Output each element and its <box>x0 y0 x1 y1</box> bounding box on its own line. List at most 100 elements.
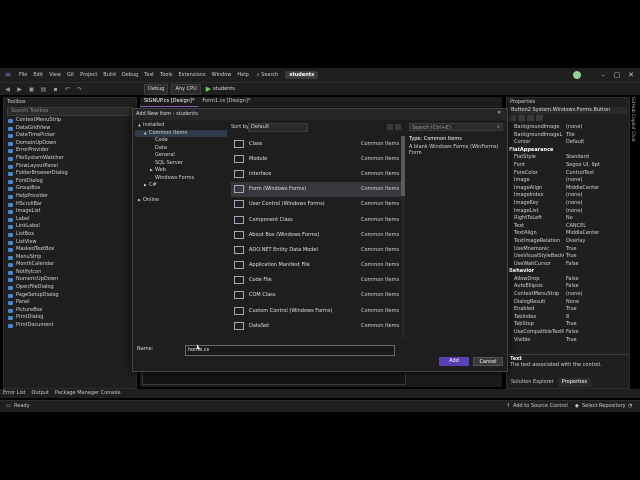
tab-output[interactable]: Output <box>29 389 52 398</box>
toolbox-item[interactable]: PrintDocument <box>4 322 136 330</box>
toolbox-item[interactable]: FileSystemWatcher <box>4 155 136 163</box>
property-value[interactable]: False <box>564 329 579 337</box>
tab-properties[interactable]: Properties <box>557 378 592 387</box>
maximize-icon[interactable]: ▢ <box>612 70 622 80</box>
template-item[interactable]: Application Manifest File Common Items <box>231 258 403 273</box>
property-row[interactable]: UseMnemonic True <box>507 246 629 254</box>
property-row[interactable]: FlatStyle Standard <box>507 154 629 162</box>
property-row[interactable]: ImageList (none) <box>507 208 629 216</box>
property-value[interactable]: (none) <box>564 124 582 132</box>
property-row[interactable]: Image (none) <box>507 177 629 185</box>
properties-icon[interactable] <box>527 115 534 121</box>
property-value[interactable]: (none) <box>564 177 582 185</box>
sort-select[interactable]: Default <box>248 123 308 132</box>
category-item[interactable]: Code <box>135 137 227 145</box>
undo-icon[interactable]: ↶ <box>63 85 72 94</box>
copilot-chat-tab[interactable]: GitHub Copilot Chat <box>630 97 635 142</box>
toolbox-item[interactable]: DomainUpDown <box>4 140 136 148</box>
property-row[interactable]: TabStop True <box>507 321 629 329</box>
property-row[interactable]: ImageIndex (none) <box>507 192 629 200</box>
categorized-icon[interactable] <box>509 115 516 121</box>
property-row[interactable]: UseWaitCursor False <box>507 261 629 269</box>
property-row[interactable]: TabIndex 8 <box>507 314 629 322</box>
property-row[interactable]: AllowDrop False <box>507 276 629 284</box>
category-item[interactable]: ▶ C# <box>135 182 227 190</box>
menu-item[interactable]: Test <box>141 72 157 78</box>
solution-name[interactable]: students <box>285 71 319 79</box>
open-icon[interactable]: ▤ <box>39 85 48 94</box>
property-row[interactable]: ImageAlign MiddleCenter <box>507 185 629 193</box>
property-value[interactable]: Standard <box>564 154 589 162</box>
menu-item[interactable]: Project <box>77 72 100 78</box>
toolbox-item[interactable]: FontDialog <box>4 178 136 186</box>
add-to-source-control[interactable]: Add to Source Control <box>513 401 568 412</box>
toolbox-item[interactable]: ImageList <box>4 208 136 216</box>
template-item[interactable]: Component Class Common Items <box>231 212 403 227</box>
toolbox-item[interactable]: MaskedTextBox <box>4 246 136 254</box>
menu-item[interactable]: Edit <box>30 72 46 78</box>
category-item[interactable]: ▲ Installed <box>135 122 227 130</box>
category-item[interactable]: General <box>135 152 227 160</box>
property-value[interactable]: Default <box>564 139 584 147</box>
category-item[interactable]: ▶ Web <box>135 167 227 175</box>
cancel-button[interactable]: Cancel <box>473 357 503 366</box>
template-item[interactable]: Class Common Items <box>231 136 403 151</box>
toolbox-item[interactable]: Panel <box>4 299 136 307</box>
toolbox-item[interactable]: FolderBrowserDialog <box>4 170 136 178</box>
back-icon[interactable]: ◀ <box>3 85 12 94</box>
close-icon[interactable]: ✕ <box>626 70 636 80</box>
toolbox-item[interactable]: NotifyIcon <box>4 269 136 277</box>
scrollbar-thumb[interactable] <box>401 136 405 196</box>
avatar[interactable] <box>573 71 581 79</box>
list-view-icon[interactable] <box>387 124 393 130</box>
name-input[interactable] <box>185 345 395 356</box>
property-category[interactable]: Behavior <box>507 268 629 276</box>
toolbox-item[interactable]: MonthCalendar <box>4 261 136 269</box>
tab-solution-explorer[interactable]: Solution Explorer <box>507 378 558 387</box>
template-item[interactable]: Interface Common Items <box>231 166 403 181</box>
start-icon[interactable]: ▶ <box>206 85 211 93</box>
property-row[interactable]: ImageKey (none) <box>507 200 629 208</box>
properties-object-select[interactable]: Button2 System.Windows.Forms.Button <box>509 107 627 114</box>
template-list-scrollbar[interactable] <box>401 136 405 338</box>
template-item[interactable]: ADO.NET Entity Data Model Common Items <box>231 242 403 257</box>
toolbox-item[interactable]: PictureBox <box>4 307 136 315</box>
toolbox-item[interactable]: LinkLabel <box>4 223 136 231</box>
configuration-select[interactable]: Debug <box>144 83 169 95</box>
search-button[interactable]: ⌕ Search <box>254 72 282 78</box>
property-row[interactable]: TextAlign MiddleCenter <box>507 230 629 238</box>
menu-item[interactable]: View <box>46 72 64 78</box>
alphabetical-icon[interactable] <box>518 115 525 121</box>
property-value[interactable]: False <box>564 283 579 291</box>
property-row[interactable]: Visible True <box>507 337 629 345</box>
property-value[interactable]: Overlay <box>564 238 585 246</box>
property-category[interactable]: FlatAppearance <box>507 147 629 155</box>
property-row[interactable]: AutoEllipsis False <box>507 283 629 291</box>
property-value[interactable]: MiddleCenter <box>564 185 599 193</box>
property-row[interactable]: ContextMenuStrip (none) <box>507 291 629 299</box>
menu-item[interactable]: Debug <box>119 72 141 78</box>
template-search-input[interactable]: Search (Ctrl+E) <box>409 123 503 131</box>
property-value[interactable]: (none) <box>564 291 582 299</box>
property-value[interactable]: CANCEL <box>564 223 586 231</box>
toolbox-item[interactable]: ListView <box>4 239 136 247</box>
template-item[interactable]: About Box (Windows Forms) Common Items <box>231 227 403 242</box>
category-item[interactable]: Data <box>135 145 227 153</box>
property-value[interactable]: Tile <box>564 132 575 140</box>
minimize-icon[interactable]: – <box>598 70 608 80</box>
save-icon[interactable]: ▪ <box>51 85 60 94</box>
tab-signup-design[interactable]: SIGNUP.cs [Design]* <box>140 97 199 107</box>
property-value[interactable]: False <box>564 276 579 284</box>
menu-item[interactable]: Window <box>209 72 235 78</box>
notifications-icon[interactable]: ◔ <box>628 401 632 412</box>
property-row[interactable]: Cursor Default <box>507 139 629 147</box>
property-value[interactable]: True <box>564 253 577 261</box>
redo-icon[interactable]: ↷ <box>75 85 84 94</box>
toolbox-item[interactable]: FlowLayoutPanel <box>4 163 136 171</box>
toolbox-item[interactable]: ErrorProvider <box>4 147 136 155</box>
template-item[interactable]: Custom Control (Windows Forms) Common Ite… <box>231 303 403 318</box>
toolbox-item[interactable]: MenuStrip <box>4 254 136 262</box>
search-icon[interactable]: ⌕ <box>497 124 500 130</box>
forward-icon[interactable]: ▶ <box>15 85 24 94</box>
property-value[interactable]: True <box>564 337 577 345</box>
